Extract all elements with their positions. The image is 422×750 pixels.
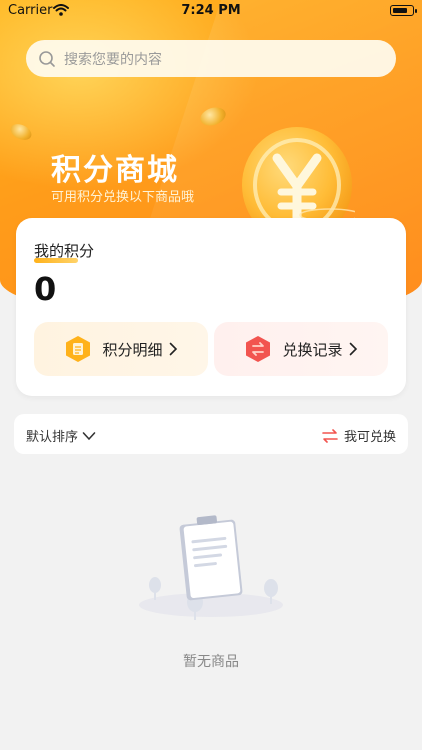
- filter-bar: 默认排序 我可兑换: [14, 414, 408, 454]
- search-icon: [39, 50, 55, 67]
- empty-clipboard-illustration: [139, 515, 283, 620]
- points-card: 我的积分 0 积分明细 兑换记录: [16, 218, 406, 396]
- search-placeholder: 搜索您要的内容: [64, 51, 162, 68]
- clock: 7:24 PM: [181, 3, 241, 18]
- exchangeable-filter[interactable]: 我可兑换: [322, 426, 396, 445]
- swap-icon: [322, 428, 338, 443]
- search-input[interactable]: 搜索您要的内容: [26, 40, 396, 77]
- exchange-record-button[interactable]: 兑换记录: [214, 322, 388, 376]
- exchange-record-label: 兑换记录: [282, 340, 343, 359]
- sort-dropdown[interactable]: 默认排序: [26, 426, 96, 445]
- points-label: 我的积分: [34, 242, 95, 260]
- sort-label: 默认排序: [26, 430, 79, 445]
- points-value: 0: [34, 270, 57, 308]
- battery-icon: [390, 5, 417, 16]
- points-detail-button[interactable]: 积分明细: [34, 322, 208, 376]
- empty-state-text: 暂无商品: [183, 654, 239, 670]
- page-subtitle: 可用积分兑换以下商品哦: [51, 190, 195, 205]
- document-icon: [66, 336, 91, 362]
- status-bar: Carrier 7:24 PM: [0, 0, 422, 22]
- chevron-down-icon: [82, 431, 96, 440]
- points-detail-label: 积分明细: [102, 340, 163, 359]
- chevron-right-icon: [349, 342, 357, 356]
- exchange-filter-label: 我可兑换: [343, 430, 396, 445]
- exchange-icon: [246, 336, 271, 362]
- page-title: 积分商城: [51, 153, 179, 188]
- chevron-right-icon: [169, 342, 177, 356]
